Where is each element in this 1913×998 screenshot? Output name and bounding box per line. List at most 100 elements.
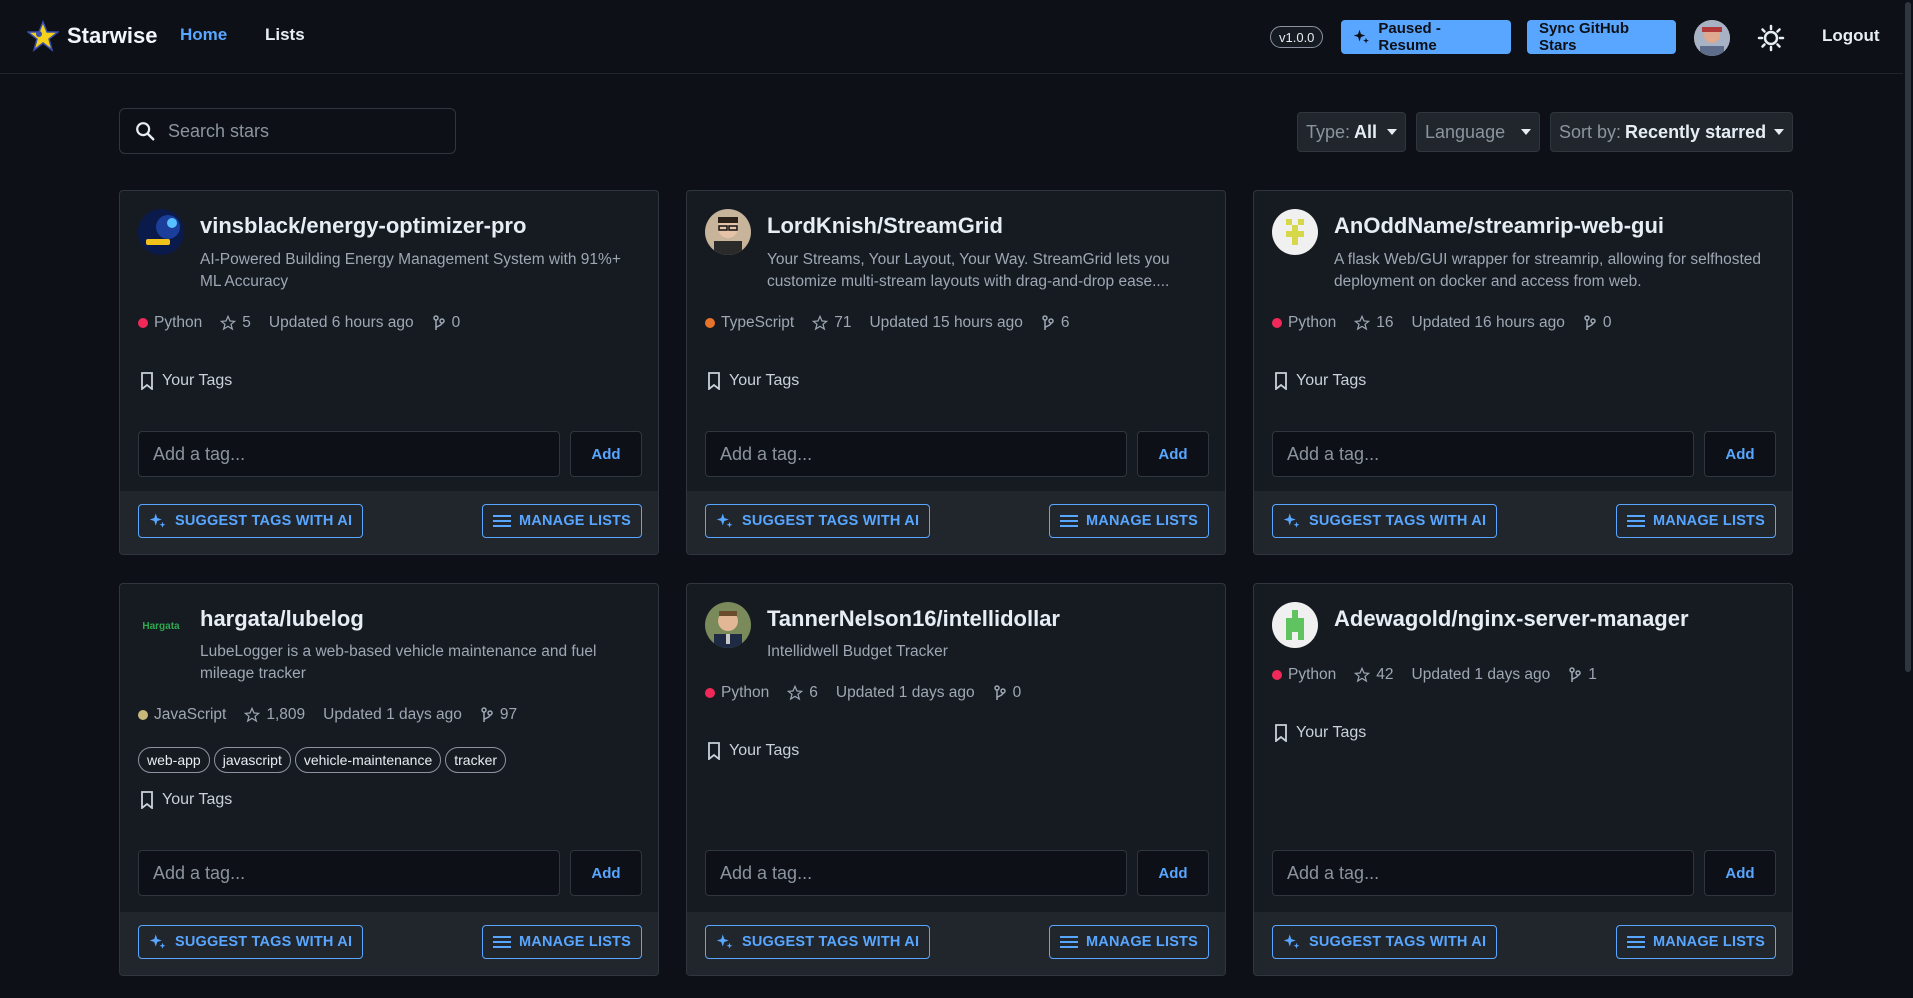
topic-chip[interactable]: web-app	[138, 747, 210, 773]
star-icon	[787, 685, 804, 701]
page-scrollbar[interactable]	[1903, 0, 1913, 998]
repo-title[interactable]: AnOddName/streamrip-web-gui	[1334, 213, 1664, 239]
suggest-tags-label: SUGGEST TAGS WITH AI	[1309, 934, 1487, 950]
your-tags-label: Your Tags	[1296, 372, 1367, 389]
search-box[interactable]	[119, 108, 456, 154]
language-name: TypeScript	[721, 314, 795, 331]
tag-input[interactable]	[138, 431, 560, 477]
stars: 5	[220, 314, 251, 332]
stars: 71	[812, 314, 851, 332]
logout-link[interactable]: Logout	[1822, 26, 1880, 46]
forks: 1	[1568, 666, 1597, 684]
repo-description: Your Streams, Your Layout, Your Way. Str…	[767, 251, 1170, 290]
python-logo-icon	[138, 209, 184, 255]
theme-toggle-icon[interactable]	[1757, 24, 1785, 52]
language: TypeScript	[705, 314, 794, 332]
chevron-down-icon	[1774, 129, 1784, 135]
language-filter-select[interactable]: Language	[1416, 112, 1540, 152]
add-tag-button[interactable]: Add	[1137, 850, 1209, 896]
paused-resume-label: Paused - Resume	[1378, 20, 1441, 54]
suggest-tags-label: SUGGEST TAGS WITH AI	[742, 513, 920, 529]
repo-title[interactable]: TannerNelson16/intellidollar	[767, 606, 1060, 632]
updated-time: Updated 16 hours ago	[1411, 314, 1565, 331]
nav-lists[interactable]: Lists	[265, 25, 305, 45]
fork-icon	[432, 315, 445, 330]
updated-time: Updated 6 hours ago	[268, 314, 414, 331]
language-dot-icon	[705, 688, 715, 698]
add-tag-button[interactable]: Add	[570, 431, 642, 477]
type-filter-select[interactable]: Type: All	[1297, 112, 1406, 152]
search-input[interactable]	[168, 120, 428, 142]
repo-title[interactable]: Adewagold/nginx-server-manager	[1334, 606, 1689, 632]
language-name: Python	[1288, 314, 1337, 331]
suggest-tags-button[interactable]: SUGGEST TAGS WITH AI	[1272, 925, 1498, 959]
forks: 97	[480, 706, 517, 724]
repo-description: Intellidwell Budget Tracker	[767, 643, 948, 660]
add-tag-button[interactable]: Add	[1137, 431, 1209, 477]
manage-lists-button[interactable]: MANAGE LISTS	[482, 925, 642, 959]
manage-lists-button[interactable]: MANAGE LISTS	[482, 504, 642, 538]
tag-input[interactable]	[138, 850, 560, 896]
suggest-tags-button[interactable]: SUGGEST TAGS WITH AI	[138, 504, 364, 538]
star-icon	[812, 315, 829, 331]
tag-input[interactable]	[1272, 431, 1694, 477]
bookmark-icon	[141, 372, 153, 390]
fork-count: 0	[451, 314, 461, 331]
chevron-down-icon	[1387, 129, 1397, 135]
repo-meta: TypeScript 71 Updated 15 hours ago 6	[705, 314, 1070, 332]
add-tag-button[interactable]: Add	[570, 850, 642, 896]
fork-count: 6	[1060, 314, 1070, 331]
top-navbar: Starwise Home Lists v1.0.0 Paused - Resu…	[0, 0, 1913, 74]
add-tag-button[interactable]: Add	[1704, 431, 1776, 477]
fork-count: 0	[1012, 684, 1022, 701]
star-count: 6	[809, 684, 818, 701]
sync-github-stars-button[interactable]: Sync GitHub Stars	[1527, 20, 1676, 54]
list-icon	[493, 936, 512, 948]
brand[interactable]: Starwise	[27, 20, 158, 52]
tag-input[interactable]	[705, 850, 1127, 896]
repo-title[interactable]: vinsblack/energy-optimizer-pro	[200, 213, 526, 239]
nav-home[interactable]: Home	[180, 25, 227, 45]
language-name: Python	[1288, 666, 1337, 683]
topic-chip[interactable]: javascript	[213, 747, 291, 773]
topic-chip[interactable]: vehicle-maintenance	[294, 747, 442, 773]
suggest-tags-button[interactable]: SUGGEST TAGS WITH AI	[1272, 504, 1498, 538]
suggest-tags-button[interactable]: SUGGEST TAGS WITH AI	[138, 925, 364, 959]
manage-lists-button[interactable]: MANAGE LISTS	[1616, 925, 1776, 959]
forks: 0	[1583, 314, 1612, 332]
sort-select[interactable]: Sort by: Recently starred	[1550, 112, 1793, 152]
suggest-tags-button[interactable]: SUGGEST TAGS WITH AI	[705, 504, 931, 538]
repo-description: LubeLogger is a web-based vehicle mainte…	[200, 643, 597, 682]
tag-input[interactable]	[705, 431, 1127, 477]
user-avatar[interactable]	[1694, 20, 1730, 56]
fork-icon	[481, 707, 493, 722]
manage-lists-button[interactable]: MANAGE LISTS	[1049, 504, 1209, 538]
paused-resume-button[interactable]: Paused - Resume	[1341, 20, 1511, 54]
repo-meta: JavaScript 1,809 Updated 1 days ago 97	[138, 706, 517, 724]
bookmark-icon	[708, 372, 720, 390]
star-icon	[1354, 667, 1371, 683]
card-footer: SUGGEST TAGS WITH AI MANAGE LISTS	[1254, 912, 1792, 975]
topic-chip[interactable]: tracker	[445, 747, 507, 773]
card-footer: SUGGEST TAGS WITH AI MANAGE LISTS	[120, 491, 658, 554]
identicon-icon	[1272, 602, 1318, 648]
sparkle-icon	[1283, 513, 1300, 528]
scrollbar-thumb[interactable]	[1905, 2, 1911, 672]
bookmark-icon	[1275, 724, 1287, 742]
updated-time: Updated 1 days ago	[1411, 666, 1551, 683]
hargata-logo-text: Hargata	[142, 621, 180, 632]
suggest-tags-label: SUGGEST TAGS WITH AI	[1309, 513, 1487, 529]
repo-title[interactable]: LordKnish/StreamGrid	[767, 213, 1003, 239]
add-tag-button[interactable]: Add	[1704, 850, 1776, 896]
forks: 0	[432, 314, 461, 332]
suggest-tags-button[interactable]: SUGGEST TAGS WITH AI	[705, 925, 931, 959]
star-icon	[244, 707, 261, 723]
fork-count: 97	[499, 706, 518, 723]
manage-lists-button[interactable]: MANAGE LISTS	[1616, 504, 1776, 538]
repo-title[interactable]: hargata/lubelog	[200, 606, 364, 632]
bookmark-icon	[141, 791, 153, 809]
manage-lists-button[interactable]: MANAGE LISTS	[1049, 925, 1209, 959]
tag-input[interactable]	[1272, 850, 1694, 896]
star-count: 16	[1376, 314, 1394, 331]
updated-time: Updated 15 hours ago	[869, 314, 1023, 331]
